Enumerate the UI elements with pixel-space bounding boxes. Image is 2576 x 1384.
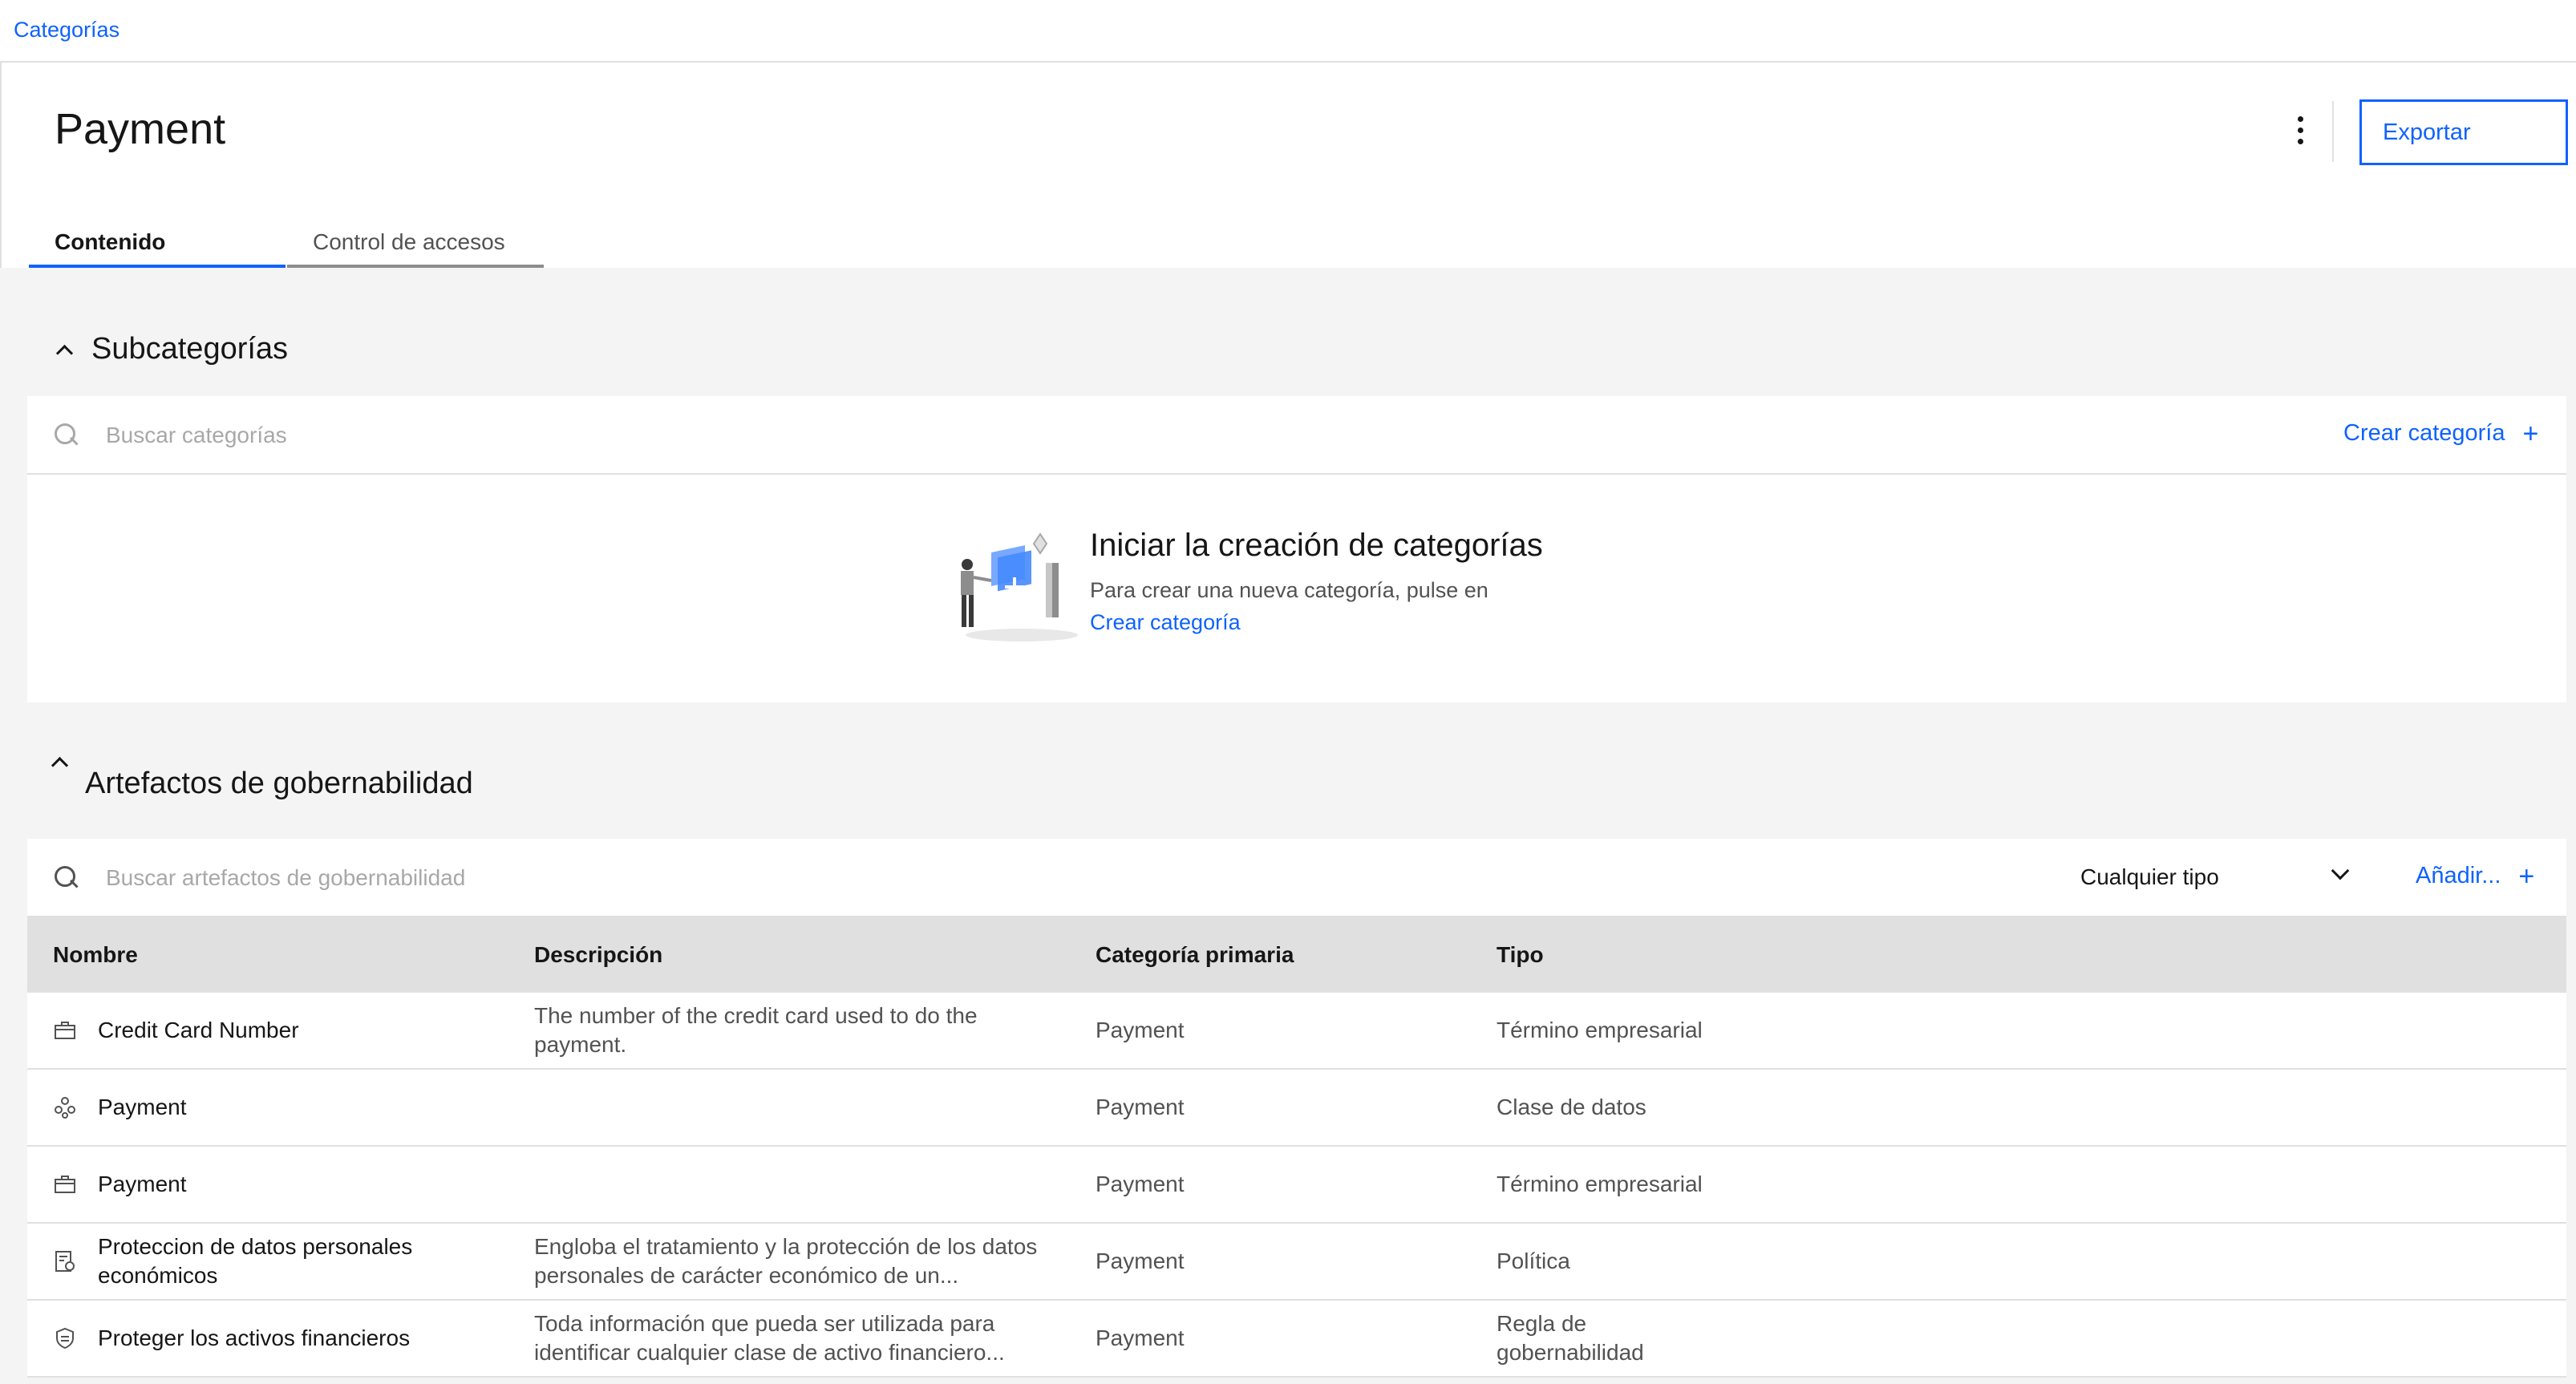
row-name[interactable]: Payment: [98, 1093, 187, 1122]
briefcase-icon: [55, 1176, 75, 1193]
breadcrumb: Categorías: [0, 0, 2576, 63]
row-name[interactable]: Credit Card Number: [98, 1016, 299, 1045]
table-row[interactable]: Proteger los activos financieros Toda in…: [27, 1301, 2566, 1378]
column-header-name[interactable]: Nombre: [53, 942, 502, 968]
subcategories-header: Subcategorías: [55, 332, 288, 366]
row-type: Término empresarial: [1497, 1018, 1703, 1042]
add-artifact-button[interactable]: Añadir... +: [2416, 860, 2535, 892]
tab-access-control[interactable]: Control de accesos: [287, 212, 544, 268]
row-name[interactable]: Proteccion de datos personales económico…: [98, 1232, 502, 1290]
row-type: Regla de gobernabilidad: [1497, 1311, 1644, 1365]
row-category: Payment: [1096, 1018, 1185, 1042]
subcategories-search-bar: Crear categoría +: [27, 396, 2566, 475]
tab-list: Contenido Control de accesos: [29, 212, 545, 268]
empty-state-text: Para crear una nueva categoría, pulse en…: [1090, 578, 1488, 634]
main-content: Subcategorías Crear categoría + Iniciar …: [0, 268, 2576, 1384]
type-filter-dropdown[interactable]: Cualquier tipo: [2080, 858, 2353, 898]
search-icon: [55, 423, 79, 447]
artifacts-search-input[interactable]: [104, 858, 1949, 898]
empty-state-title: Iniciar la creación de categorías: [1090, 528, 1543, 563]
tab-content[interactable]: Contenido: [29, 212, 286, 268]
page-header: Payment Exportar Contenido Control de ac…: [0, 63, 2576, 268]
artifacts-search-bar: Cualquier tipo Añadir... +: [27, 839, 2566, 917]
header-divider: [2332, 101, 2334, 162]
empty-state: Iniciar la creación de categorías Para c…: [27, 475, 2566, 702]
export-button[interactable]: Exportar: [2359, 99, 2568, 165]
subcategories-title: Subcategorías: [91, 332, 289, 366]
row-type: Política: [1497, 1248, 1570, 1273]
row-category: Payment: [1096, 1172, 1185, 1196]
overflow-menu-icon: [2297, 115, 2303, 122]
column-header-type[interactable]: Tipo: [1497, 941, 1737, 969]
chevron-down-icon: [2331, 861, 2350, 880]
empty-state-create-link[interactable]: Crear categoría: [1090, 610, 1241, 634]
row-description: Engloba el tratamiento y la protección d…: [534, 1234, 1038, 1288]
create-category-button[interactable]: Crear categoría +: [2343, 420, 2538, 447]
row-type: Clase de datos: [1497, 1095, 1646, 1119]
table-header: Nombre Descripción Categoría primaria Ti…: [27, 917, 2566, 993]
chevron-up-icon[interactable]: [50, 752, 69, 771]
briefcase-icon: [55, 1022, 75, 1039]
row-category: Payment: [1096, 1248, 1185, 1273]
policy-icon: [55, 1251, 75, 1272]
search-icon: [55, 866, 79, 890]
row-description: The number of the credit card used to do…: [534, 1003, 978, 1057]
column-header-primary-category[interactable]: Categoría primaria: [1096, 942, 1294, 968]
breadcrumb-link-categories[interactable]: Categorías: [14, 18, 119, 42]
row-name[interactable]: Payment: [98, 1170, 187, 1199]
shield-icon: [56, 1327, 74, 1350]
row-name[interactable]: Proteger los activos financieros: [98, 1324, 410, 1353]
chevron-up-icon[interactable]: [55, 340, 74, 359]
artifacts-title: Artefactos de gobernabilidad: [85, 767, 473, 800]
empty-state-illustration: [961, 532, 1078, 641]
overflow-menu-button[interactable]: [2282, 104, 2318, 156]
row-description: Toda información que pueda ser utilizada…: [534, 1311, 1005, 1365]
column-header-description[interactable]: Descripción: [534, 941, 1047, 969]
data-class-icon: [55, 1097, 75, 1119]
subcategories-search-input[interactable]: [104, 415, 1548, 455]
row-category: Payment: [1096, 1095, 1185, 1119]
table-row[interactable]: Credit Card Number The number of the cre…: [27, 993, 2566, 1070]
plus-icon: +: [2518, 860, 2535, 892]
artifacts-table: Nombre Descripción Categoría primaria Ti…: [27, 917, 2566, 1378]
plus-icon: +: [2522, 418, 2539, 449]
table-row[interactable]: Proteccion de datos personales económico…: [27, 1224, 2566, 1301]
table-row[interactable]: Payment Payment Clase de datos: [27, 1070, 2566, 1147]
page-title: Payment: [55, 105, 226, 153]
table-row[interactable]: Payment Payment Término empresarial: [27, 1147, 2566, 1224]
row-category: Payment: [1096, 1325, 1185, 1350]
row-type: Término empresarial: [1497, 1172, 1703, 1196]
